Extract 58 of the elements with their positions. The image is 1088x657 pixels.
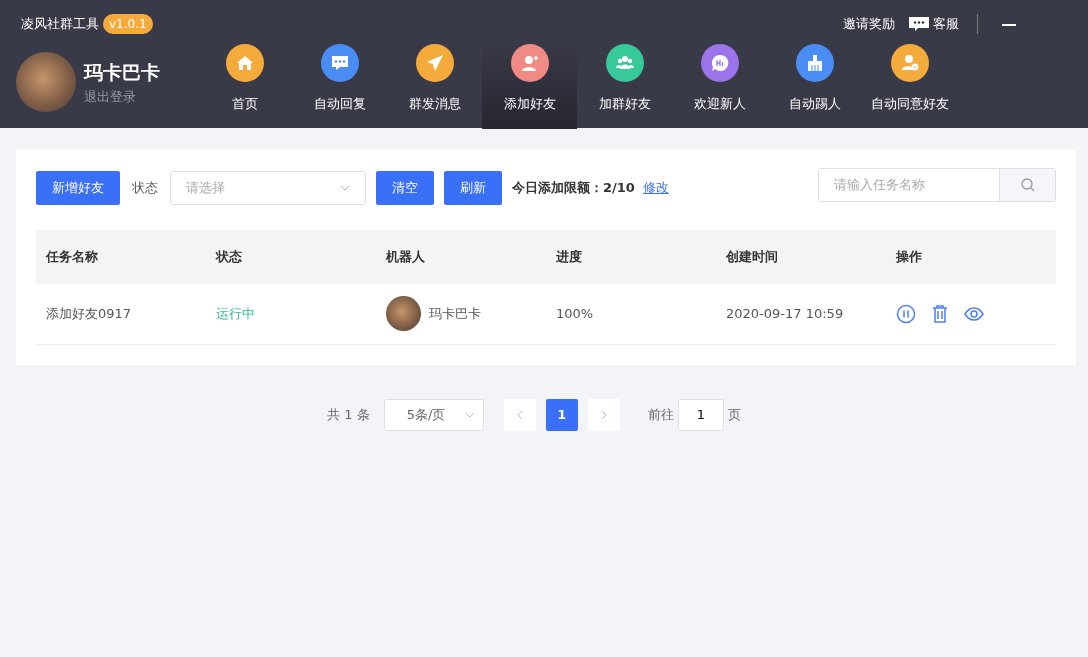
chat-icon: [909, 16, 929, 32]
app-title: 凌风社群工具: [21, 15, 99, 34]
chevron-left-icon: [516, 409, 523, 420]
status-label: 状态: [132, 179, 158, 198]
pause-button[interactable]: [896, 303, 916, 324]
minimize-icon: [1002, 23, 1016, 26]
column-header: 任务名称: [36, 230, 206, 284]
view-button[interactable]: [964, 306, 984, 321]
robot-avatar: [386, 296, 421, 332]
add-friend-button[interactable]: 新增好友: [36, 171, 120, 205]
limit-label: 今日添加限额：: [512, 179, 603, 198]
nav-tab[interactable]: 自动同意好友: [862, 41, 957, 129]
trash-icon: [932, 304, 948, 323]
user-check-icon: [899, 53, 920, 73]
logout-link[interactable]: 退出登录: [84, 86, 160, 106]
page-button[interactable]: 1: [545, 398, 578, 431]
chevron-down-icon: [464, 411, 475, 418]
search-icon: [1020, 178, 1035, 192]
edit-link[interactable]: 修改: [642, 178, 669, 198]
column-header: 创建时间: [716, 230, 886, 284]
page-input[interactable]: 1: [677, 398, 724, 431]
page-suffix: 页: [727, 405, 741, 424]
avatar-photo: [16, 52, 76, 112]
search-field[interactable]: 请输入任务名称: [818, 168, 1056, 202]
clear-button[interactable]: 清空: [376, 171, 434, 205]
refresh-button[interactable]: 刷新: [444, 171, 502, 205]
chat-bubble-icon: [329, 53, 350, 73]
page-size-select[interactable]: 5条/页: [383, 398, 484, 431]
header-link[interactable]: 客服: [909, 14, 959, 34]
nav-tab[interactable]: 欢迎新人: [672, 41, 767, 129]
robot-name: 玛卡巴卡: [429, 305, 481, 323]
table-cell: 添加好友0917: [46, 306, 132, 321]
nav-tab[interactable]: 自动踢人: [767, 41, 862, 129]
chevron-right-icon: [600, 409, 607, 420]
column-header: 操作: [886, 230, 1056, 284]
pause-icon: [896, 303, 916, 324]
total-count: 共 1 条: [327, 405, 370, 424]
limit-value: 2/10: [603, 179, 635, 198]
eye-icon: [964, 306, 984, 321]
nav-tab[interactable]: 首页: [197, 41, 292, 129]
column-header: 进度: [546, 230, 716, 284]
table-cell: 2020-09-17 10:59: [726, 306, 844, 321]
hi-bubble-icon: [709, 53, 730, 73]
header-link[interactable]: 邀请奖励: [843, 14, 895, 34]
nav-tab[interactable]: 群发消息: [387, 41, 482, 129]
version-badge: v1.0.1: [103, 14, 153, 34]
nav-tab[interactable]: 加群好友: [577, 41, 672, 129]
nav-tab[interactable]: 自动回复: [292, 41, 387, 129]
user-plus-icon: [519, 53, 540, 73]
nav-tab[interactable]: 添加好友: [482, 41, 577, 129]
delete-button[interactable]: [932, 304, 948, 323]
column-header: 状态: [206, 230, 376, 284]
goto-label: 前往: [647, 405, 674, 424]
chevron-down-icon: [340, 185, 350, 191]
status-text: 运行中: [216, 306, 255, 321]
column-header: 机器人: [376, 230, 546, 284]
user-name: 玛卡巴卡: [84, 60, 160, 85]
table-cell: 100%: [556, 306, 594, 321]
